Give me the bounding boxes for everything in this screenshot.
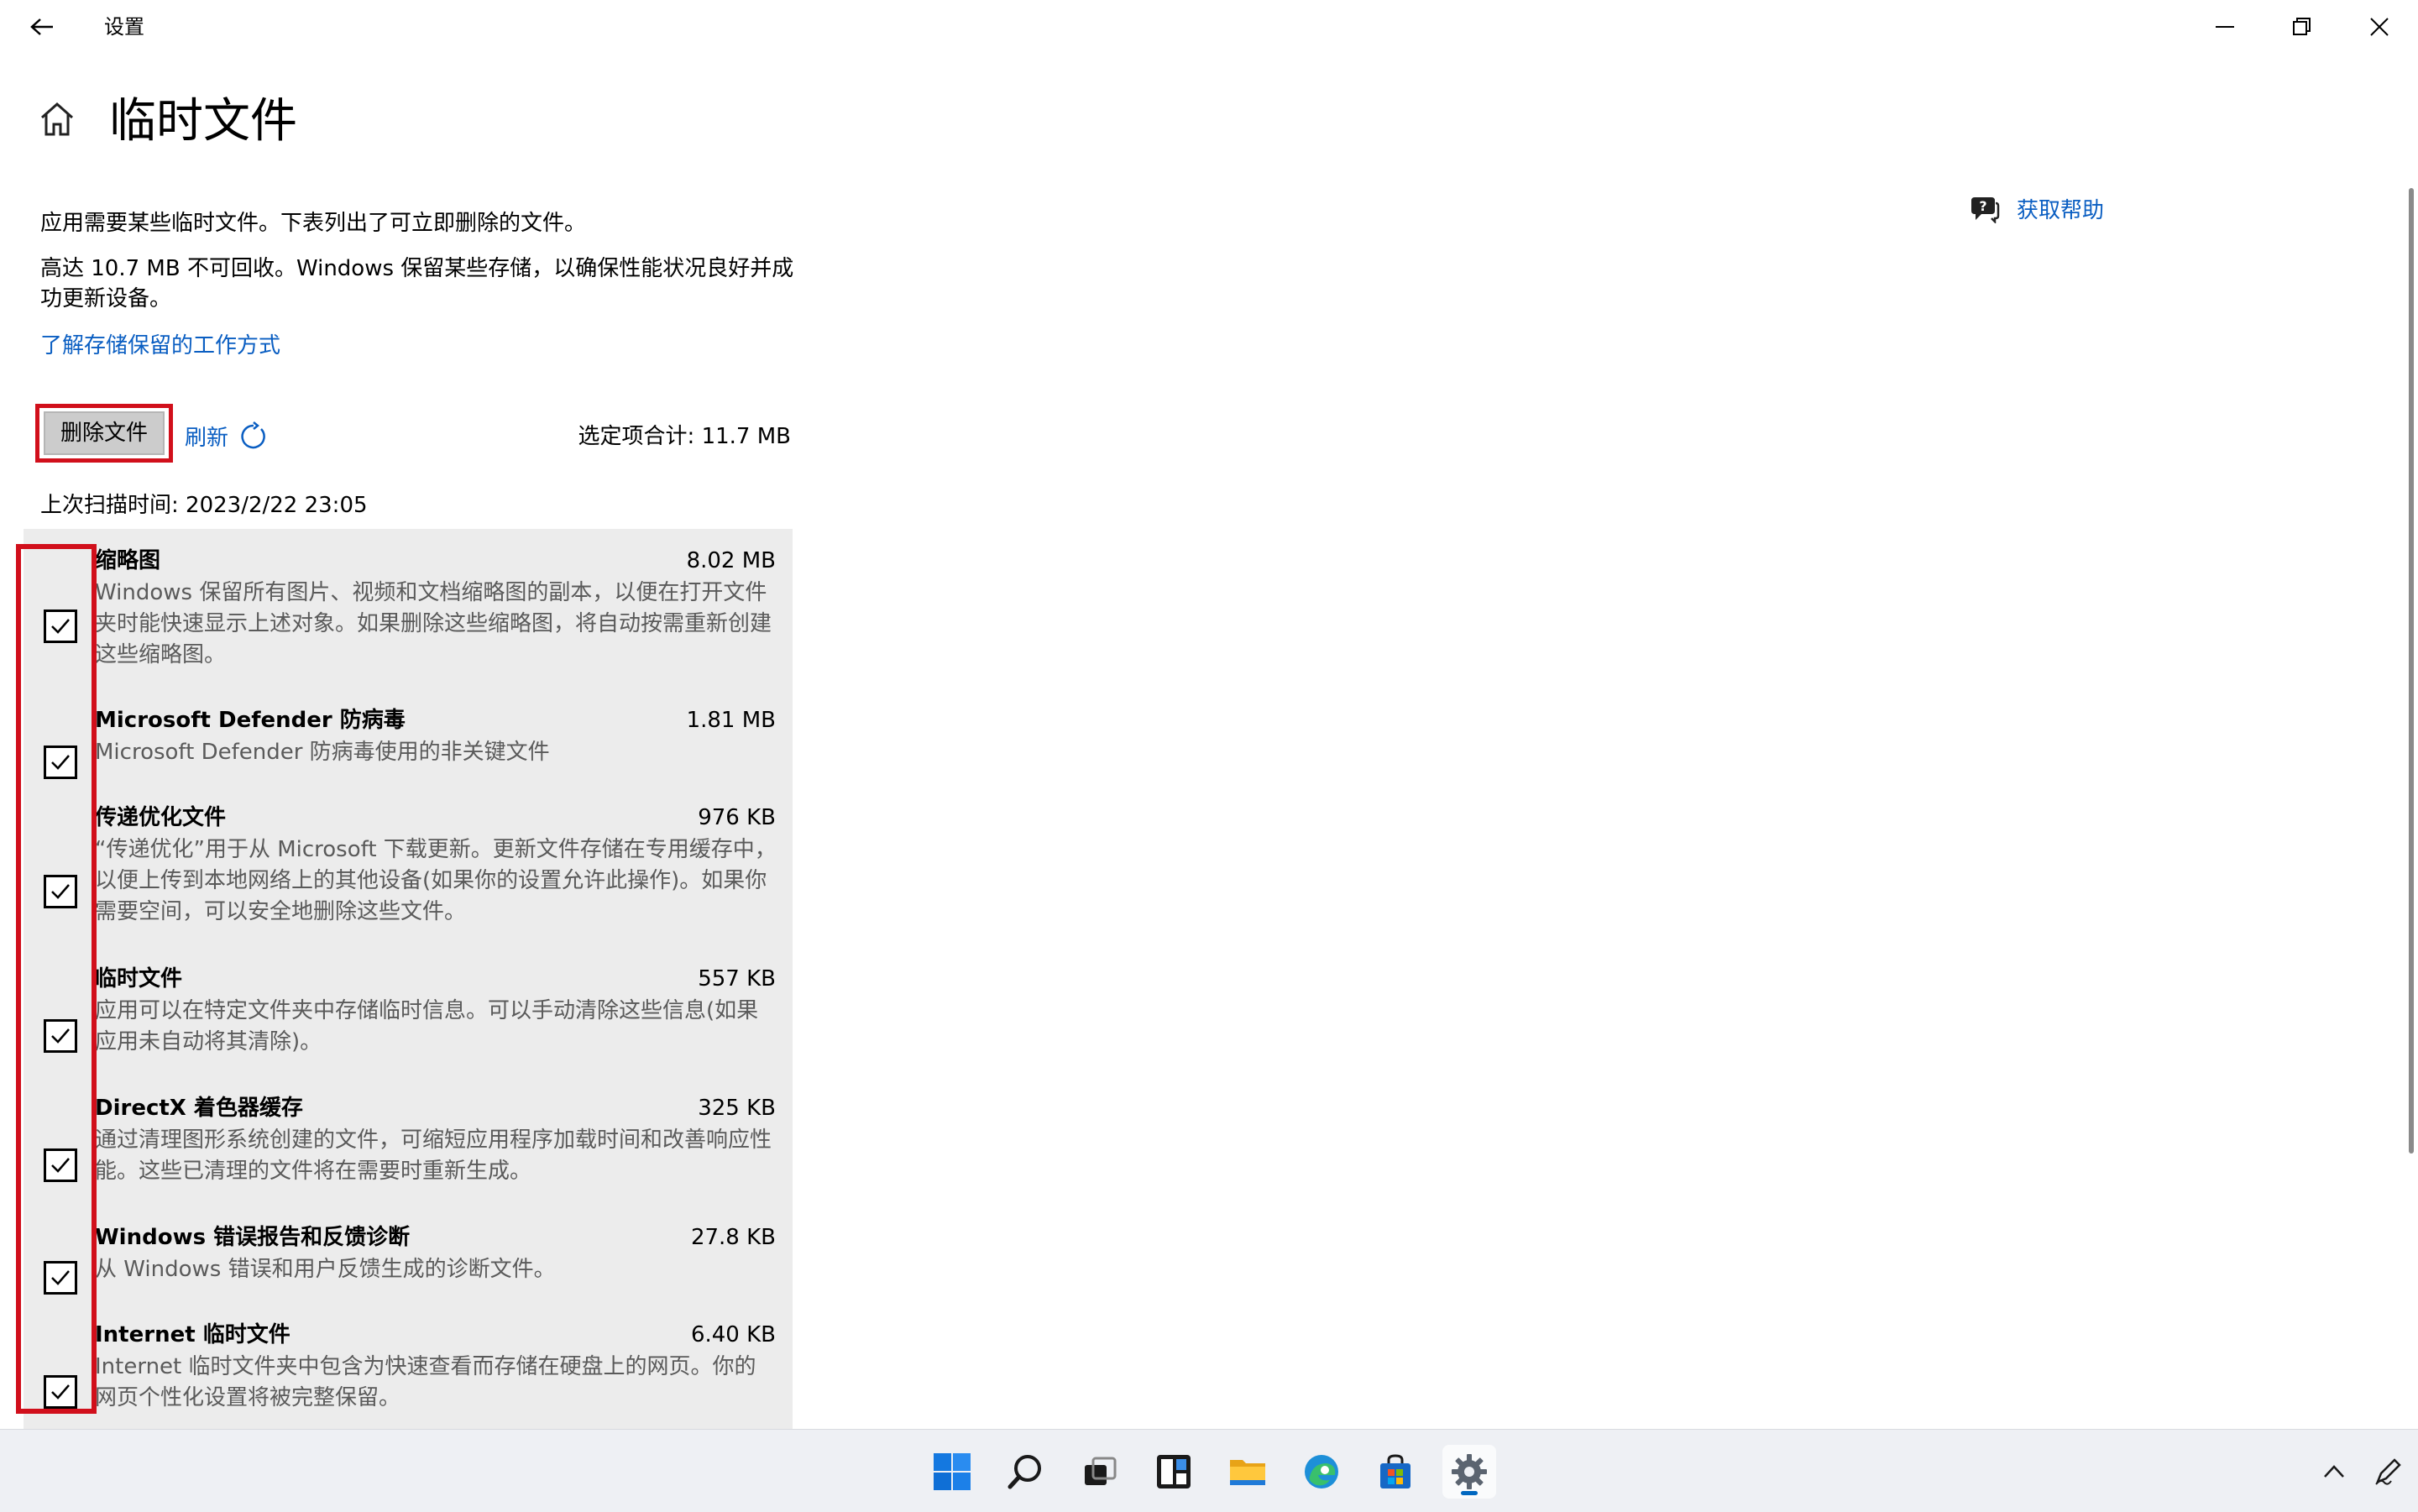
minimize-icon[interactable] xyxy=(2186,0,2264,54)
item-description: 从 Windows 错误和用户反馈生成的诊断文件。 xyxy=(95,1257,556,1282)
item-title: 传递优化文件 xyxy=(95,805,227,830)
help-label: 获取帮助 xyxy=(2017,198,2105,223)
window-title: 设置 xyxy=(104,15,144,39)
selected-total: 选定项合计: 11.7 MB xyxy=(578,424,791,449)
item-size: 8.02 MB xyxy=(686,548,776,573)
task-view-icon[interactable] xyxy=(1073,1445,1127,1499)
get-help-link[interactable]: ? 获取帮助 xyxy=(1970,195,2104,227)
search-icon[interactable] xyxy=(999,1445,1053,1499)
item-description: “传递优化”用于从 Microsoft 下载更新。更新文件存储在专用缓存中，以便… xyxy=(95,837,777,924)
item-size: 976 KB xyxy=(698,805,776,830)
help-chat-icon: ? xyxy=(1970,195,2000,227)
taskbar xyxy=(0,1429,2418,1512)
item-title: 缩略图 xyxy=(95,548,161,573)
refresh-icon xyxy=(238,421,269,455)
active-app-indicator xyxy=(1461,1491,1478,1495)
vertical-scrollbar[interactable] xyxy=(2409,188,2414,1154)
delete-files-button[interactable]: 删除文件 xyxy=(44,411,165,455)
item-size: 6.40 KB xyxy=(690,1322,776,1347)
item-size: 325 KB xyxy=(698,1096,776,1121)
file-explorer-icon[interactable] xyxy=(1221,1445,1274,1499)
refresh-label: 刷新 xyxy=(185,426,229,451)
item-title: Windows 错误报告和反馈诊断 xyxy=(95,1225,411,1250)
last-scan-time: 上次扫描时间: 2023/2/22 23:05 xyxy=(40,493,368,518)
description-text: 应用需要某些临时文件。下表列出了可立即删除的文件。 xyxy=(40,211,587,236)
item-title: Internet 临时文件 xyxy=(95,1322,290,1347)
item-description: Microsoft Defender 防病毒使用的非关键文件 xyxy=(95,740,550,765)
page-title: 临时文件 xyxy=(109,94,297,149)
widgets-icon[interactable] xyxy=(1147,1445,1201,1499)
settings-icon[interactable] xyxy=(1442,1445,1496,1499)
restore-icon[interactable] xyxy=(2264,0,2341,54)
item-description: 通过清理图形系统创建的文件，可缩短应用程序加载时间和改善响应性能。这些已清理的文… xyxy=(95,1127,772,1184)
item-description: Windows 保留所有图片、视频和文档缩略图的副本，以便在打开文件夹时能快速显… xyxy=(95,580,772,667)
chevron-up-icon[interactable] xyxy=(2309,1445,2359,1499)
home-icon[interactable] xyxy=(37,99,77,139)
reserved-storage-text: 高达 10.7 MB 不可回收。Windows 保留某些存储，以确保性能状况良好… xyxy=(40,256,794,311)
item-title: 临时文件 xyxy=(95,966,183,991)
refresh-button[interactable]: 刷新 xyxy=(185,421,269,455)
close-icon[interactable] xyxy=(2341,0,2418,54)
learn-storage-reserve-link[interactable]: 了解存储保留的工作方式 xyxy=(40,331,280,361)
item-size: 27.8 KB xyxy=(690,1225,776,1250)
edge-icon[interactable] xyxy=(1295,1445,1348,1499)
start-icon[interactable] xyxy=(925,1445,979,1499)
svg-text:?: ? xyxy=(1979,198,1986,214)
title-bar: 设置 xyxy=(0,0,2418,54)
item-description: 应用可以在特定文件夹中存储临时信息。可以手动清除这些信息(如果应用未自动将其清除… xyxy=(95,998,759,1054)
temp-files-list: 缩略图 8.02 MB Windows 保留所有图片、视频和文档缩略图的副本，以… xyxy=(24,529,793,1429)
store-icon[interactable] xyxy=(1369,1445,1422,1499)
item-size: 557 KB xyxy=(698,966,776,991)
item-title: Microsoft Defender 防病毒 xyxy=(95,708,406,733)
checkbox-column-highlight xyxy=(16,544,97,1414)
back-arrow-icon[interactable] xyxy=(25,12,59,42)
pen-icon[interactable] xyxy=(2363,1445,2413,1499)
item-description: Internet 临时文件夹中包含为快速查看而存储在硬盘上的网页。你的网页个性化… xyxy=(95,1354,756,1410)
item-title: DirectX 着色器缓存 xyxy=(95,1096,303,1121)
item-size: 1.81 MB xyxy=(686,708,776,733)
